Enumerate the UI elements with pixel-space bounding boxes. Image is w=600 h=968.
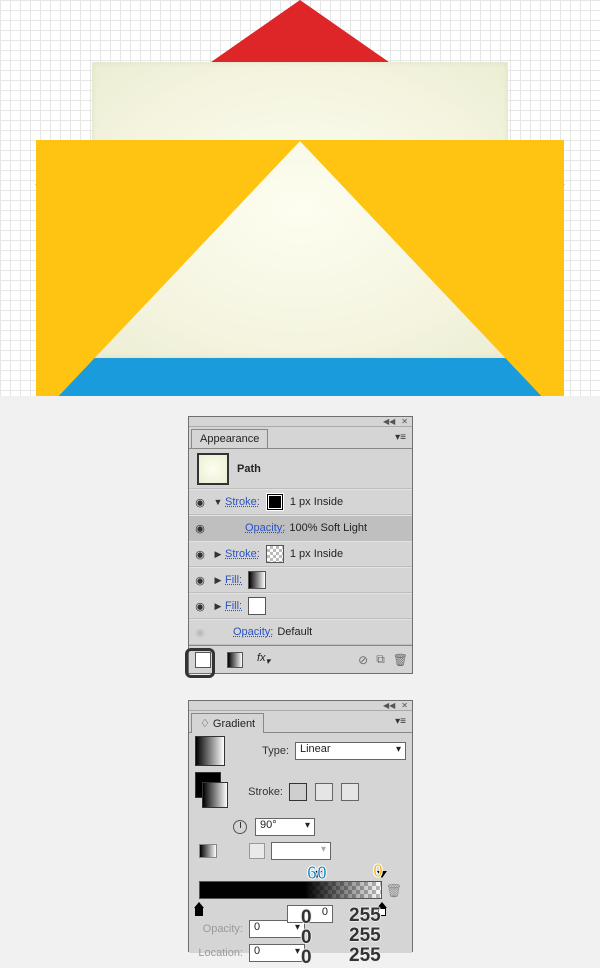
fx-button[interactable]: fx▾ bbox=[257, 652, 270, 667]
close-icon[interactable]: ✕ bbox=[401, 701, 408, 710]
collapse-icon[interactable]: ◀◀ bbox=[383, 417, 395, 426]
clear-icon[interactable]: ⊘ bbox=[358, 653, 368, 667]
collapse-icon[interactable]: ◀◀ bbox=[383, 701, 395, 710]
disclosure-icon[interactable]: ▶ bbox=[211, 575, 225, 586]
gradient-type-select[interactable]: Linear bbox=[295, 742, 406, 760]
type-label: Type: bbox=[241, 745, 289, 757]
visibility-icon[interactable]: ◉ bbox=[189, 574, 211, 587]
opacity-stop[interactable] bbox=[377, 871, 387, 881]
disclosure-icon[interactable]: ▶ bbox=[211, 601, 225, 612]
envelope-flap-left bbox=[36, 140, 301, 396]
callout-highlight bbox=[185, 648, 215, 678]
stroke-align-across[interactable] bbox=[341, 783, 359, 801]
stroke-label[interactable]: Stroke: bbox=[225, 496, 260, 508]
opacity-value: Default bbox=[277, 626, 312, 638]
object-type: Path bbox=[237, 463, 261, 475]
stroke-label: Stroke: bbox=[235, 786, 283, 798]
artboard-canvas bbox=[0, 0, 600, 396]
panel-menu-icon[interactable]: ▾≡ bbox=[395, 432, 412, 443]
visibility-icon[interactable]: ◉ bbox=[189, 600, 211, 613]
stop-location-input[interactable]: 0 bbox=[249, 944, 305, 962]
aspect-icon bbox=[249, 843, 265, 859]
fill-label[interactable]: Fill: bbox=[225, 574, 242, 586]
visibility-icon[interactable]: ◉ bbox=[189, 522, 211, 535]
stroke-swatch[interactable] bbox=[266, 545, 284, 563]
fill-swatch[interactable] bbox=[248, 597, 266, 615]
appearance-row-stroke-1[interactable]: ◉ ▼ Stroke: 1 px Inside bbox=[189, 489, 412, 515]
angle-input[interactable]: 90° bbox=[255, 818, 315, 836]
opacity-label[interactable]: Opacity: bbox=[245, 522, 285, 534]
fill-stroke-selector[interactable] bbox=[195, 772, 229, 812]
annotation-rgb-right: 255 255 255 bbox=[349, 906, 381, 966]
appearance-footer: fx▾ ⊘ ⧉ 🗑 bbox=[189, 645, 412, 673]
tab-gradient[interactable]: ♢ Gradient bbox=[191, 713, 264, 733]
stroke-value: 1 px Inside bbox=[290, 496, 343, 508]
appearance-panel: ◀◀ ✕ Appearance ▾≡ Path ◉ ▼ Stroke: 1 px… bbox=[188, 416, 413, 674]
appearance-row-fill-1[interactable]: ◉ ▶ Fill: bbox=[189, 567, 412, 593]
appearance-row-opacity-default[interactable]: ◉ Opacity: Default bbox=[189, 619, 412, 645]
gradient-preview-swatch[interactable] bbox=[195, 736, 225, 766]
reverse-gradient-icon[interactable] bbox=[199, 844, 217, 858]
close-icon[interactable]: ✕ bbox=[401, 417, 408, 426]
appearance-row-fill-2[interactable]: ◉ ▶ Fill: bbox=[189, 593, 412, 619]
disclosure-icon[interactable]: ▼ bbox=[211, 497, 225, 507]
stroke-value: 1 px Inside bbox=[290, 548, 343, 560]
visibility-icon[interactable]: ◉ bbox=[189, 548, 211, 561]
appearance-row-opacity-1[interactable]: ◉ Opacity: 100% Soft Light bbox=[189, 515, 412, 541]
delete-stop-icon[interactable]: 🗑 bbox=[385, 883, 402, 899]
annotation-rgb-left: 0 0 0 bbox=[301, 908, 312, 968]
opacity-value: 100% Soft Light bbox=[289, 522, 367, 534]
new-art-styles-icon-2[interactable] bbox=[227, 652, 243, 668]
stroke-swatch[interactable] bbox=[266, 493, 284, 511]
fill-label[interactable]: Fill: bbox=[225, 600, 242, 612]
panel-topbar: ◀◀ ✕ bbox=[189, 417, 412, 427]
disclosure-icon[interactable]: ▶ bbox=[211, 549, 225, 560]
gradient-panel: ◀◀ ✕ ♢ Gradient ▾≡ Type: Linear Stroke: … bbox=[188, 700, 413, 952]
appearance-row-stroke-2[interactable]: ◉ ▶ Stroke: 1 px Inside bbox=[189, 541, 412, 567]
opacity-label[interactable]: Opacity: bbox=[233, 626, 273, 638]
stroke-align-inside[interactable] bbox=[289, 783, 307, 801]
opacity-label: Opacity: bbox=[195, 923, 243, 935]
stroke-align-along[interactable] bbox=[315, 783, 333, 801]
tab-appearance[interactable]: Appearance bbox=[191, 429, 268, 448]
panel-menu-icon[interactable]: ▾≡ bbox=[395, 716, 412, 727]
angle-icon bbox=[233, 820, 247, 834]
envelope-flap-right bbox=[299, 140, 564, 396]
opacity-stop[interactable] bbox=[312, 871, 322, 881]
aspect-input bbox=[271, 842, 331, 860]
stroke-label[interactable]: Stroke: bbox=[225, 548, 260, 560]
duplicate-icon[interactable]: ⧉ bbox=[376, 652, 385, 667]
panel-topbar: ◀◀ ✕ bbox=[189, 701, 412, 711]
visibility-icon[interactable]: ◉ bbox=[189, 496, 211, 509]
trash-icon[interactable]: 🗑 bbox=[393, 653, 408, 667]
selection-thumb bbox=[197, 453, 229, 485]
color-stop[interactable] bbox=[194, 902, 204, 914]
visibility-icon[interactable]: ◉ bbox=[189, 626, 211, 639]
location-label: Location: bbox=[195, 947, 243, 959]
fill-swatch[interactable] bbox=[248, 571, 266, 589]
